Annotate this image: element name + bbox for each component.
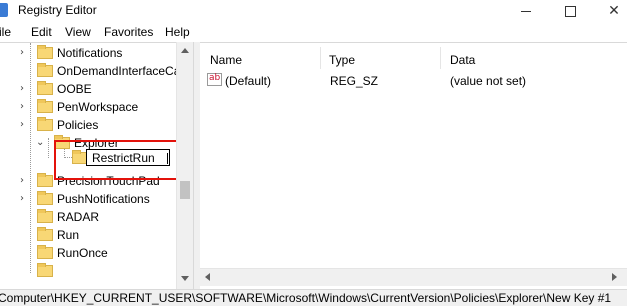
folder-icon — [37, 45, 53, 59]
column-header-data[interactable]: Data — [450, 53, 475, 67]
menu-file[interactable]: ile — [0, 25, 11, 39]
tree-item-label: PushNotifications — [57, 192, 150, 206]
annotation-highlight-box — [54, 140, 180, 180]
registry-editor-icon — [0, 3, 8, 17]
tree-vertical-scrollbar[interactable] — [176, 42, 194, 289]
tree-item-label: Notifications — [57, 46, 123, 60]
chevron-right-icon[interactable]: › — [20, 193, 24, 204]
scroll-up-arrow-icon[interactable] — [181, 48, 189, 53]
folder-icon — [37, 173, 53, 187]
column-header-type[interactable]: Type — [329, 53, 355, 67]
folder-icon — [37, 263, 53, 277]
maximize-button[interactable] — [548, 0, 592, 22]
folder-icon — [37, 63, 53, 77]
close-button[interactable]: ✕ — [592, 0, 627, 22]
status-path: Computer\HKEY_CURRENT_USER\SOFTWARE\Micr… — [0, 291, 612, 305]
folder-icon — [37, 209, 53, 223]
column-divider[interactable] — [320, 47, 321, 69]
tree-item-label: OOBE — [57, 82, 92, 96]
folder-icon — [37, 227, 53, 241]
chevron-right-icon[interactable]: › — [20, 83, 24, 94]
minimize-button[interactable] — [504, 0, 548, 22]
tree-item-label: RADAR — [57, 210, 100, 224]
menu-help[interactable]: Help — [165, 25, 190, 39]
tree-item-label: RunOnce — [57, 246, 108, 260]
folder-icon — [37, 117, 53, 131]
list-horizontal-scrollbar[interactable] — [200, 268, 627, 286]
tree-guide-line — [30, 43, 31, 273]
title-bar: Registry Editor ✕ — [0, 0, 627, 22]
column-divider[interactable] — [440, 47, 441, 69]
maximize-icon — [565, 6, 576, 17]
status-bar: Computer\HKEY_CURRENT_USER\SOFTWARE\Micr… — [0, 289, 627, 306]
tree-item-label: Run — [57, 228, 80, 242]
close-icon: ✕ — [608, 3, 620, 19]
scroll-thumb[interactable] — [180, 181, 190, 199]
value-type: REG_SZ — [330, 74, 379, 88]
folder-icon — [37, 99, 53, 113]
string-value-glyph: ab — [209, 73, 221, 83]
menu-bar: ile Edit View Favorites Help — [0, 22, 627, 42]
tree-guide-line — [48, 138, 49, 158]
scroll-right-arrow-icon[interactable] — [612, 273, 617, 281]
chevron-down-icon[interactable]: ⌄ — [36, 137, 44, 148]
menu-view[interactable]: View — [65, 25, 91, 39]
window-title: Registry Editor — [18, 3, 97, 17]
scroll-down-arrow-icon[interactable] — [181, 276, 189, 281]
value-name: (Default) — [225, 74, 272, 88]
column-header-name[interactable]: Name — [210, 53, 242, 67]
chevron-right-icon[interactable]: › — [20, 101, 24, 112]
chevron-right-icon[interactable]: › — [20, 175, 24, 186]
tree-item-label: OnDemandInterfaceCa — [57, 64, 181, 78]
chevron-right-icon[interactable]: › — [20, 47, 24, 58]
menu-edit[interactable]: Edit — [31, 25, 52, 39]
minimize-icon — [521, 11, 531, 12]
folder-icon — [37, 81, 53, 95]
tree-item-label: PenWorkspace — [57, 100, 139, 114]
tree-item-label: Policies — [57, 118, 99, 132]
string-value-icon: ab — [207, 73, 222, 86]
folder-icon — [37, 191, 53, 205]
chevron-right-icon[interactable]: › — [20, 119, 24, 130]
value-data: (value not set) — [450, 74, 527, 88]
scroll-left-arrow-icon[interactable] — [205, 273, 210, 281]
folder-icon — [37, 245, 53, 259]
menu-favorites[interactable]: Favorites — [104, 25, 153, 39]
